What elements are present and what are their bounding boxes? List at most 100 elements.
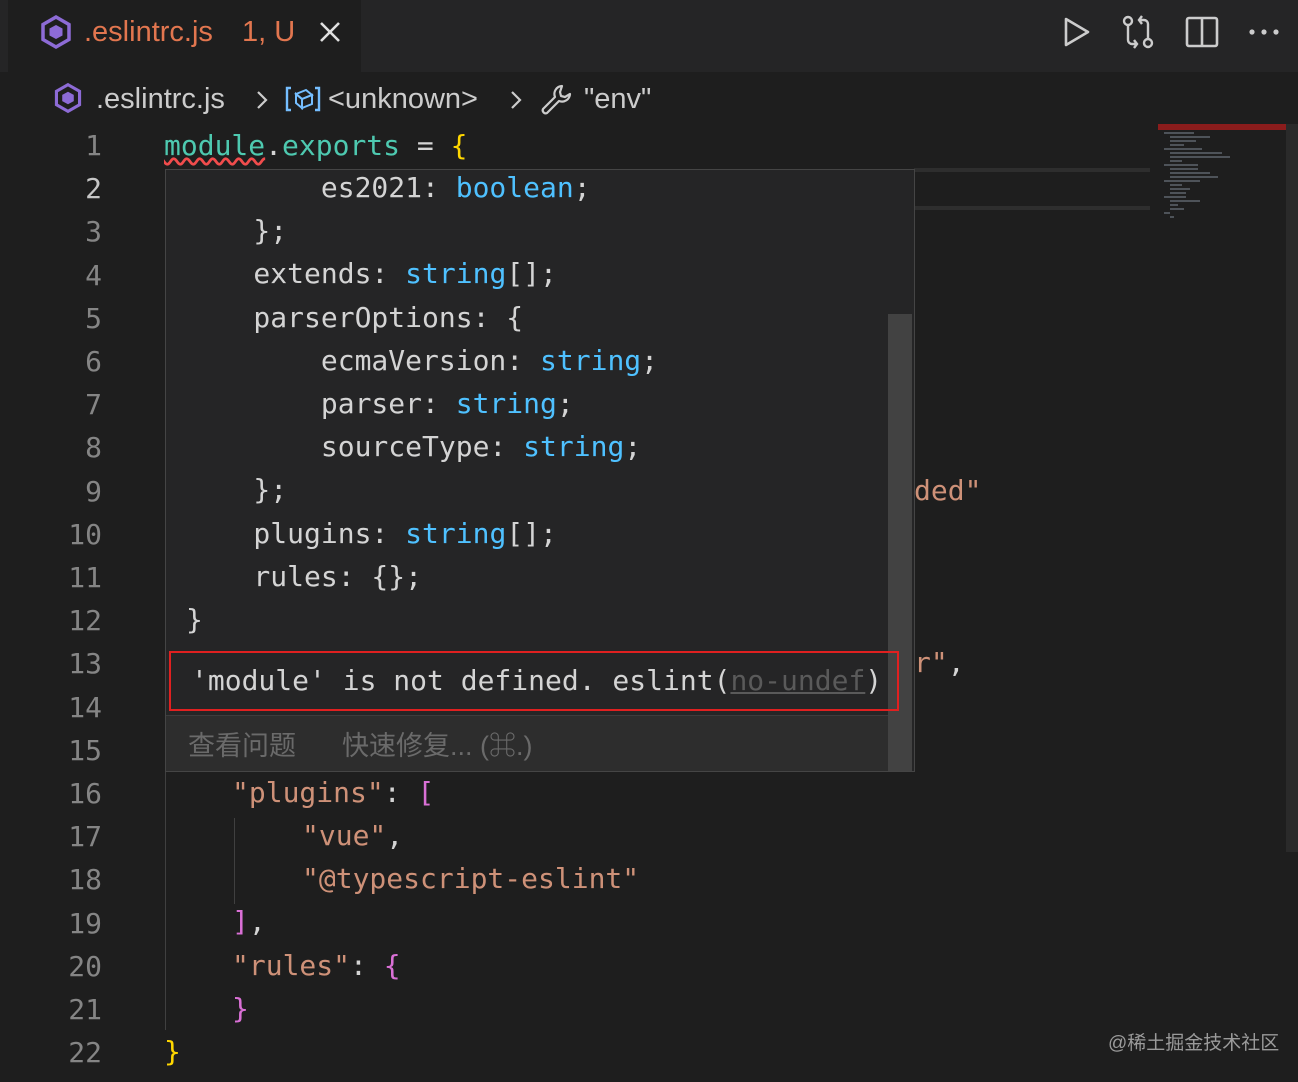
git-compare-icon[interactable] (1118, 12, 1158, 52)
minimap-line (1164, 212, 1170, 214)
hover-code-text: []; (506, 257, 557, 291)
hover-code-line: } (186, 602, 203, 638)
hover-code-text: }; (186, 214, 288, 248)
line-number: 11 (68, 561, 102, 594)
code-line-1[interactable]: module.exports = { (164, 128, 467, 164)
minimap-line (1170, 136, 1210, 138)
minimap-line (1164, 196, 1186, 198)
hover-code-text: parser: (186, 387, 456, 420)
diagnostic-message: 'module' is not defined. eslint(no-undef… (169, 651, 899, 711)
line-number: 20 (68, 949, 102, 983)
minimap-line (1170, 200, 1200, 202)
split-editor-icon[interactable] (1182, 12, 1222, 52)
dot-token: . (265, 129, 283, 162)
quick-fix-button[interactable]: 快速修复... (⌘.) (342, 728, 533, 764)
code-line-9-tail: ded" (914, 474, 982, 507)
minimap-line (1164, 164, 1198, 166)
line-number: 6 (85, 345, 102, 378)
minimap-line (1170, 172, 1210, 174)
code-line-13-tail: r", (914, 645, 965, 681)
colon: : (350, 949, 384, 982)
string-tail: r" (914, 646, 948, 679)
rule-link[interactable]: no-undef (730, 664, 865, 697)
code-line-16[interactable]: "plugins": [ (232, 775, 434, 811)
breadcrumb-property[interactable]: "env" (584, 80, 651, 118)
hover-code-text: extends: (186, 257, 406, 291)
line-number: 15 (68, 733, 102, 767)
hover-widget: es2021: boolean; }; extends: string[]; p… (165, 169, 915, 772)
tab-filename: .eslintrc.js (84, 16, 213, 48)
line-number: 14 (68, 690, 102, 724)
hover-code-line: sourceType: string; (186, 429, 641, 465)
indent-guide (165, 772, 166, 1030)
symbol-variable-icon (285, 86, 321, 112)
open-bracket: [ (417, 776, 435, 809)
minimap-line (1170, 204, 1178, 206)
hover-type-token: string (455, 387, 557, 420)
line-number: 1 (85, 129, 102, 162)
hover-code-text: sourceType: (186, 430, 524, 464)
minimap-line (1164, 132, 1194, 134)
line-number: 8 (85, 431, 102, 465)
line-number: 12 (68, 604, 102, 638)
comma: , (947, 646, 965, 679)
hover-code-text: }; (186, 473, 288, 507)
code-line-22[interactable]: } (164, 1034, 181, 1070)
hover-type-token: string (540, 343, 642, 377)
diagnostic-end: ) (865, 664, 883, 697)
comma: , (386, 819, 404, 852)
minimap-line (1170, 216, 1174, 218)
comma: , (248, 905, 266, 938)
breadcrumb-file[interactable]: .eslintrc.js (96, 80, 225, 118)
hover-type-token: string (405, 257, 507, 291)
chevron-right-icon (511, 91, 522, 109)
close-icon[interactable] (312, 14, 348, 50)
exports-token: exports (282, 129, 401, 162)
hover-code-line: ecmaVersion: string; (186, 343, 658, 379)
minimap-line (1170, 168, 1198, 170)
hover-code-text: plugins: (186, 516, 406, 550)
assign-token: = (400, 129, 451, 162)
line-number: 21 (68, 993, 102, 1026)
hover-code-line: }; (186, 213, 287, 249)
rules-key: "rules" (232, 949, 351, 982)
hover-code-line: es2021: boolean; (186, 170, 591, 206)
tab-bar: .eslintrc.js 1, U (0, 0, 1298, 74)
line-number: 9 (85, 474, 102, 508)
minimap-line (1170, 144, 1184, 146)
line-number: 4 (85, 258, 102, 292)
chevron-right-icon (257, 91, 268, 109)
colon: : (383, 776, 418, 809)
tab-eslintrc[interactable]: .eslintrc.js 1, U (8, 0, 361, 74)
current-line-highlight (914, 206, 1150, 210)
line-number: 17 (68, 820, 102, 854)
code-line-17[interactable]: "vue", (302, 818, 403, 854)
current-line-highlight (914, 168, 1150, 172)
hover-type-token: string (523, 430, 625, 464)
code-line-21[interactable]: } (232, 991, 249, 1027)
hover-code-text: rules: {}; (186, 559, 423, 593)
vertical-scrollbar[interactable] (1286, 124, 1298, 852)
code-line-18[interactable]: "@typescript-eslint" (302, 861, 639, 897)
play-icon[interactable] (1056, 12, 1096, 52)
more-icon[interactable] (1244, 12, 1284, 52)
view-problem-button[interactable]: 查看问题 (188, 728, 296, 764)
eslint-icon (41, 14, 71, 50)
hover-code-text: parserOptions: { (186, 300, 524, 334)
line-number: 5 (85, 301, 102, 335)
code-line-20[interactable]: "rules": { (232, 948, 401, 984)
module-token[interactable]: module (164, 129, 265, 162)
hover-actions: 查看问题 快速修复... (⌘.) (166, 715, 888, 771)
line-number: 10 (68, 517, 102, 551)
code-line-19[interactable]: ], (232, 904, 266, 940)
vue-string: "vue" (302, 819, 387, 852)
minimap-line (1170, 208, 1184, 210)
minimap-error-marker (1158, 124, 1286, 130)
minimap-line (1170, 156, 1230, 158)
minimap-line (1170, 192, 1186, 194)
hover-code-text: ; (641, 343, 659, 377)
minimap[interactable] (1158, 124, 1286, 219)
line-number: 18 (68, 863, 102, 897)
minimap-line (1170, 160, 1182, 162)
breadcrumb-symbol[interactable]: <unknown> (328, 80, 478, 118)
